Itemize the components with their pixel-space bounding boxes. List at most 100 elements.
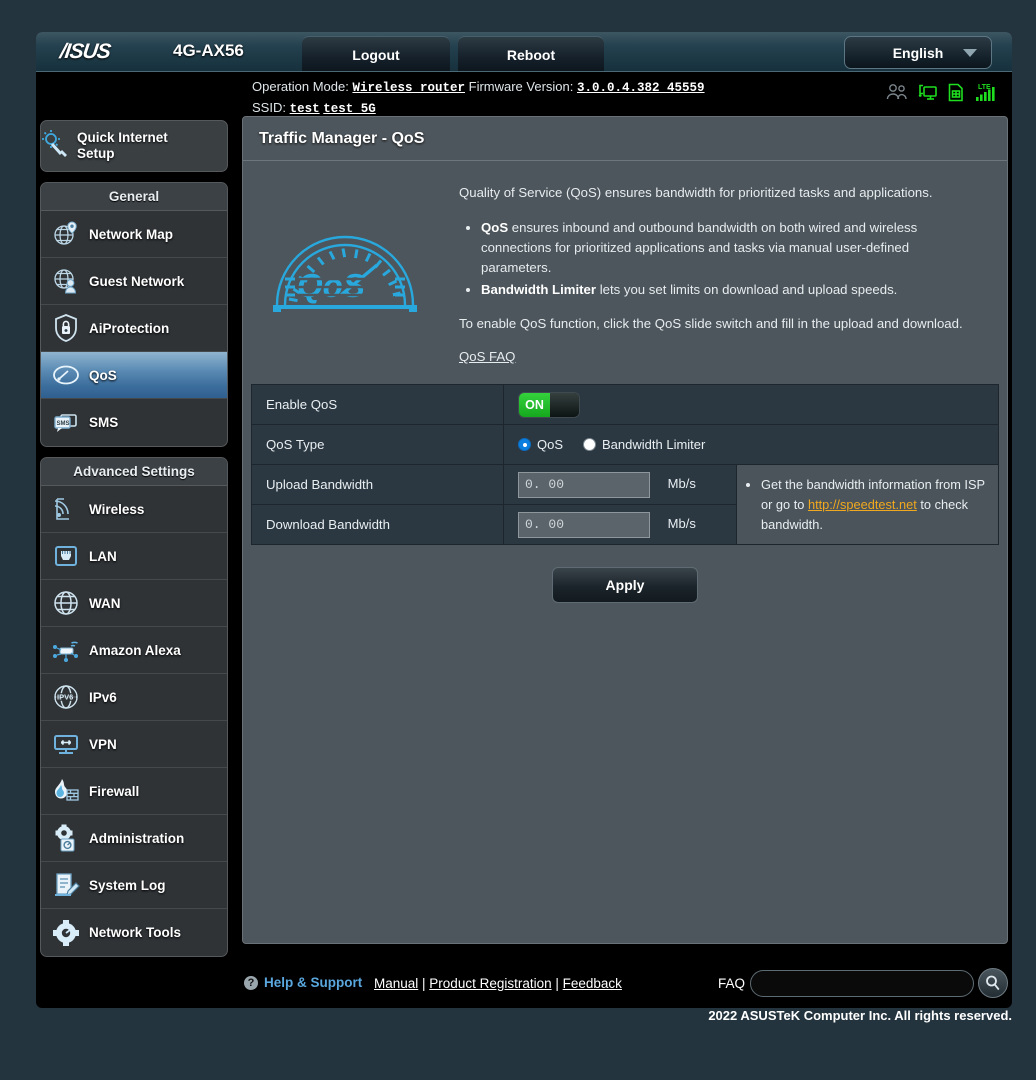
sidebar-item-wan[interactable]: WAN [41, 580, 227, 627]
sidebar-item-label: SMS [89, 415, 119, 430]
sidebar-item-label: Administration [89, 830, 185, 846]
sidebar-item-label: Network Map [89, 226, 174, 242]
vpn-icon [51, 729, 81, 759]
sidebar-item-label: IPv6 [89, 689, 117, 705]
status-bar: Operation Mode: Wireless router Firmware… [36, 72, 1012, 116]
sidebar-item-sms[interactable]: SMS SMS [41, 399, 227, 446]
qis-wizard-icon [41, 129, 71, 164]
table-row-qos-type: QoS Type QoS Bandwidth Limiter [251, 424, 999, 465]
intro-bullet-list: QoS ensures inbound and outbound bandwid… [481, 218, 981, 300]
clients-icon[interactable] [886, 83, 908, 101]
top-banner: /ISUS 4G-AX56 Logout Reboot English [36, 32, 1012, 72]
sidebar-item-qos[interactable]: QoS [41, 352, 227, 399]
firewall-flame-icon [51, 776, 81, 806]
qos-faq-link[interactable]: QoS FAQ [459, 349, 515, 364]
download-bandwidth-label: Download Bandwidth [251, 504, 504, 545]
sms-icon: SMS [51, 408, 81, 438]
enable-qos-cell: ON [503, 384, 999, 425]
usb-device-icon[interactable] [918, 83, 938, 101]
qos-gauge-icon [51, 360, 81, 390]
sidebar-item-label: Guest Network [89, 273, 185, 289]
guest-network-icon [51, 266, 81, 296]
sidebar-item-network-map[interactable]: Network Map [41, 211, 227, 258]
sidebar-item-label: System Log [89, 877, 166, 893]
sidebar-item-ipv6[interactable]: IPV6 IPv6 [41, 674, 227, 721]
sidebar-item-label: Network Tools [89, 925, 182, 940]
svg-text:QoS: QoS [297, 267, 365, 304]
sidebar-item-label: QoS [89, 367, 117, 383]
sidebar-item-label: VPN [89, 736, 117, 752]
sidebar-item-administration[interactable]: Administration [41, 815, 227, 862]
radio-qos-label[interactable]: QoS [537, 437, 563, 452]
speedtest-link[interactable]: http://speedtest.net [808, 497, 917, 512]
help-and-support-link[interactable]: ? Help & Support [244, 975, 362, 990]
alexa-icon [51, 635, 81, 665]
qos-speedometer-logo: QoS [271, 213, 419, 313]
ssid-2g-value[interactable]: test [290, 102, 320, 116]
radio-bandwidth-limiter-label[interactable]: Bandwidth Limiter [602, 437, 705, 452]
bandwidth-hint-text: Get the bandwidth information from ISP o… [761, 475, 986, 535]
download-unit-label: Mb/s [667, 516, 696, 531]
sidebar-item-aiprotection[interactable]: AiProtection [41, 305, 227, 352]
apply-button[interactable]: Apply [552, 567, 698, 603]
page-title: Traffic Manager - QoS [243, 117, 1007, 161]
qos-intro-text: Quality of Service (QoS) ensures bandwid… [459, 183, 981, 364]
sidebar-item-network-tools[interactable]: Network Tools [41, 909, 227, 956]
lte-signal-icon[interactable]: LTE [974, 82, 996, 102]
radio-bandwidth-limiter[interactable] [583, 438, 597, 451]
footer-links: Manual | Product Registration | Feedback [374, 976, 622, 991]
quick-internet-setup-button[interactable]: Quick Internet Setup [40, 120, 228, 172]
chevron-down-icon [963, 49, 977, 57]
upload-unit-label: Mb/s [667, 476, 696, 491]
manual-link[interactable]: Manual [374, 976, 418, 991]
enable-qos-toggle[interactable]: ON [518, 391, 580, 418]
qos-intro-section: QoS Quality of Service (QoS) ensures ban… [243, 161, 1007, 378]
faq-search-button[interactable] [978, 968, 1008, 998]
main-content-panel: Traffic Manager - QoS QoS Quality of Ser… [242, 116, 1008, 944]
upload-bandwidth-input[interactable] [518, 471, 650, 498]
faq-search-input[interactable] [750, 970, 974, 997]
ssid-5g-value[interactable]: test_5G [323, 102, 376, 116]
table-row-upload-bandwidth: Upload Bandwidth Mb/s Get the bandwidth … [251, 464, 999, 545]
sidebar-item-label: WAN [89, 595, 121, 611]
footer-sep-1: | [418, 976, 430, 991]
ipv6-icon: IPV6 [51, 682, 81, 712]
qis-label: Quick Internet Setup [77, 130, 168, 161]
wireless-icon [51, 494, 81, 524]
toggle-knob [549, 392, 579, 417]
network-tools-icon [51, 918, 81, 948]
reboot-button[interactable]: Reboot [458, 36, 604, 72]
qos-type-label: QoS Type [251, 424, 504, 465]
magnifier-icon [986, 975, 1000, 991]
sidebar-item-vpn[interactable]: VPN [41, 721, 227, 768]
sidebar-item-guest-network[interactable]: Guest Network [41, 258, 227, 305]
sidebar-item-system-log[interactable]: System Log [41, 862, 227, 909]
footer-sep-2: | [551, 976, 563, 991]
help-and-support-label: Help & Support [264, 975, 363, 990]
sidebar: Quick Internet Setup General Network Map [40, 116, 240, 957]
page-body: Quick Internet Setup General Network Map [36, 116, 1012, 960]
radio-qos[interactable] [518, 438, 531, 451]
router-model-label: 4G-AX56 [173, 41, 244, 60]
lan-port-icon [51, 541, 81, 571]
bullet-bandwidth-text: lets you set limits on download and uplo… [596, 282, 898, 297]
globe-icon [51, 588, 81, 618]
operation-mode-value[interactable]: Wireless router [352, 81, 465, 95]
sidebar-item-amazon-alexa[interactable]: Amazon Alexa [41, 627, 227, 674]
product-registration-link[interactable]: Product Registration [429, 976, 551, 991]
language-selector-value: English [892, 44, 944, 61]
sidebar-item-label: AiProtection [89, 320, 170, 336]
sim-card-icon[interactable] [948, 83, 964, 102]
language-selector[interactable]: English [844, 36, 992, 69]
logout-button[interactable]: Logout [302, 36, 450, 72]
svg-text:IPV6: IPV6 [57, 693, 73, 702]
sidebar-item-lan[interactable]: LAN [41, 533, 227, 580]
download-bandwidth-input[interactable] [518, 511, 650, 538]
toggle-on-label: ON [519, 392, 550, 417]
upload-bandwidth-cell: Mb/s [503, 464, 737, 505]
question-mark-icon: ? [244, 975, 258, 990]
sidebar-item-firewall[interactable]: Firewall [41, 768, 227, 815]
feedback-link[interactable]: Feedback [563, 976, 622, 991]
firmware-version-value[interactable]: 3.0.0.4.382_45559 [577, 81, 705, 95]
sidebar-item-wireless[interactable]: Wireless [41, 486, 227, 533]
